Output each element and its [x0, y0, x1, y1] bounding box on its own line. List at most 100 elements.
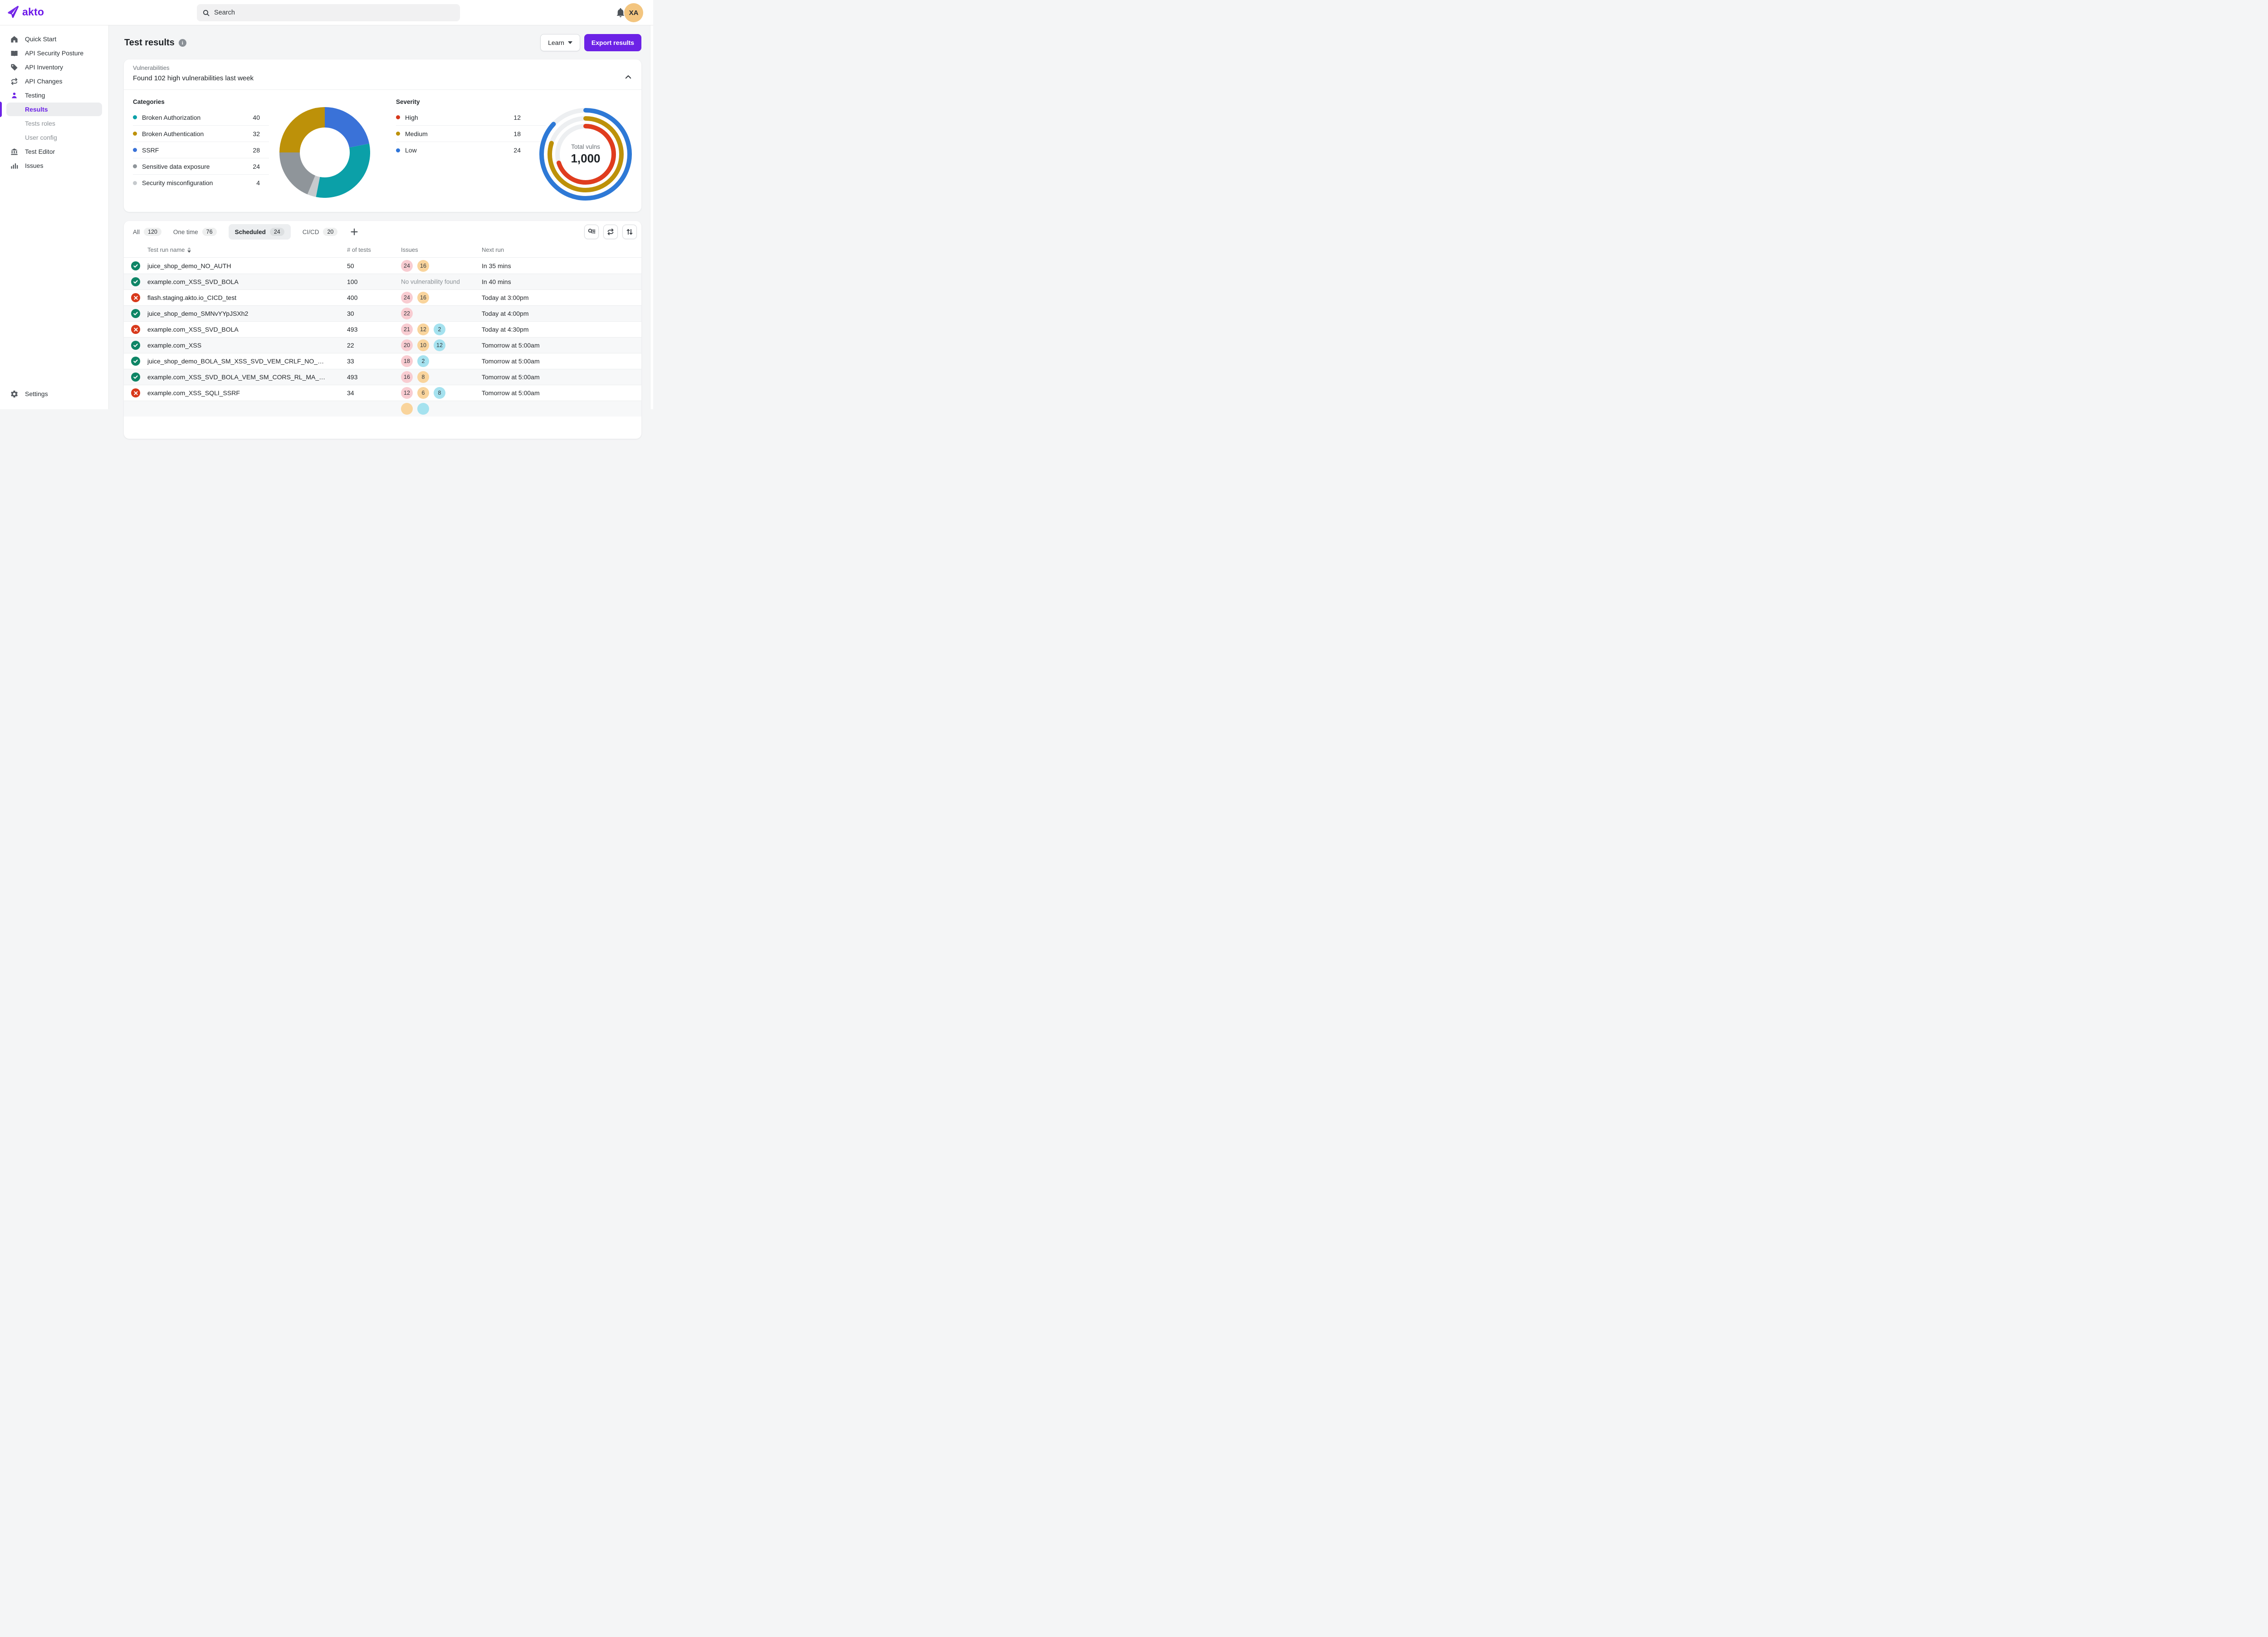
- table-row[interactable]: juice_shop_demo_SMNvYYpJSXh23022Today at…: [124, 305, 641, 321]
- vulnerabilities-headline: Found 102 high vulnerabilities last week: [133, 74, 254, 82]
- sidebar-item-test-editor[interactable]: Test Editor: [6, 145, 102, 158]
- bars-icon: [10, 162, 19, 170]
- akto-logo[interactable]: akto: [7, 5, 44, 18]
- tab-count-badge: 120: [144, 228, 161, 236]
- issue-count-badge-pink: 24: [401, 292, 413, 304]
- table-row[interactable]: example.com_XSS_SVD_BOLA49321122Today at…: [124, 321, 641, 337]
- sidebar-item-label: Issues: [25, 162, 43, 169]
- severity-panel: Severity High12Medium18Low24: [396, 98, 546, 158]
- refresh-button[interactable]: [603, 225, 618, 239]
- table-row[interactable]: juice_shop_demo_BOLA_SM_XSS_SVD_VEM_CRLF…: [124, 353, 641, 369]
- sidebar-item-label: API Inventory: [25, 64, 63, 71]
- column-num-tests: # of tests: [347, 246, 371, 253]
- bank-icon: [10, 147, 19, 156]
- next-run: In 40 mins: [482, 278, 511, 285]
- sidebar-item-testing[interactable]: Testing: [6, 88, 102, 102]
- collapse-card-button[interactable]: [624, 73, 632, 81]
- categories-panel: Categories Broken Authorization40Broken …: [133, 98, 269, 191]
- sort-icon: [626, 228, 634, 236]
- sidebar-item-user-config[interactable]: User config: [6, 131, 102, 144]
- issue-count-badge-cyan: [417, 403, 429, 415]
- test-run-name: example.com_XSS_SVD_BOLA_VEM_SM_CORS_RL_…: [147, 373, 325, 381]
- severity-label: High: [405, 114, 418, 121]
- info-icon[interactable]: i: [179, 39, 186, 47]
- table-row[interactable]: example.com_XSS_SVD_BOLA100No vulnerabil…: [124, 274, 641, 289]
- tab-scheduled[interactable]: Scheduled24: [229, 224, 291, 240]
- global-search: [197, 4, 460, 21]
- severity-label: Low: [405, 147, 417, 154]
- num-tests: 50: [347, 262, 354, 270]
- category-label: Security misconfiguration: [142, 179, 213, 186]
- table-row[interactable]: example.com_XSS_SVD_BOLA_VEM_SM_CORS_RL_…: [124, 369, 641, 385]
- learn-button-label: Learn: [548, 39, 564, 46]
- sort-button[interactable]: [622, 225, 637, 239]
- test-run-name: example.com_XSS_SVD_BOLA: [147, 326, 239, 333]
- avatar[interactable]: XA: [624, 3, 643, 22]
- category-dot-icon: [133, 132, 137, 136]
- next-run: Tomorrow at 5:00am: [482, 342, 540, 349]
- severity-label: Medium: [405, 130, 428, 137]
- issue-count-badge-pink: 22: [401, 308, 413, 319]
- tab-one-time[interactable]: One time76: [173, 224, 217, 240]
- next-run: Today at 3:00pm: [482, 294, 529, 301]
- issues-cell: 182: [401, 355, 429, 367]
- num-tests: 100: [347, 278, 357, 285]
- test-runs-card: All120 One time76 Scheduled24 CI/CD20 Test …: [124, 221, 641, 439]
- tab-ci-cd[interactable]: CI/CD20: [303, 224, 338, 240]
- category-dot-icon: [133, 164, 137, 168]
- divider: [124, 89, 641, 90]
- add-tab-button[interactable]: [349, 227, 359, 237]
- learn-button[interactable]: Learn: [540, 34, 580, 51]
- sidebar-item-label: Testing: [25, 92, 45, 99]
- tab-all[interactable]: All120: [133, 224, 161, 240]
- success-status-icon: [131, 309, 140, 318]
- scrollbar[interactable]: [650, 25, 653, 409]
- issue-count-badge-orange: [401, 403, 413, 415]
- sidebar-item-label: Results: [25, 106, 48, 113]
- issue-count-badge-orange: 8: [417, 371, 429, 383]
- sidebar-item-tests-roles[interactable]: Tests roles: [6, 117, 102, 130]
- fail-status-icon: [131, 388, 140, 397]
- total-vulns-value: 1,000: [571, 152, 600, 166]
- category-value: 40: [253, 114, 269, 121]
- sidebar-item-label: Quick Start: [25, 35, 56, 43]
- search-filter-button[interactable]: [584, 225, 599, 239]
- sidebar-item-api-security-posture[interactable]: API Security Posture: [6, 46, 102, 60]
- table-row[interactable]: juice_shop_demo_NO_AUTH502416In 35 mins: [124, 258, 641, 274]
- issue-count-badge-pink: 16: [401, 371, 413, 383]
- severity-dot-icon: [396, 115, 400, 119]
- export-results-button[interactable]: Export results: [584, 34, 641, 51]
- num-tests: 493: [347, 373, 357, 381]
- num-tests: 493: [347, 326, 357, 333]
- table-row-partial[interactable]: [124, 401, 641, 417]
- sidebar-item-issues[interactable]: Issues: [6, 159, 102, 172]
- column-issues: Issues: [401, 246, 418, 253]
- brand-name: akto: [22, 6, 44, 18]
- categories-title: Categories: [133, 98, 269, 105]
- refresh-icon: [606, 228, 615, 236]
- category-value: 4: [256, 179, 269, 186]
- sidebar-item-settings[interactable]: Settings: [6, 387, 102, 401]
- issue-count-badge-pink: 21: [401, 323, 413, 335]
- tab-count-badge: 24: [270, 228, 284, 236]
- sidebar-item-api-changes[interactable]: API Changes: [6, 74, 102, 88]
- column-test-run-name[interactable]: Test run name: [147, 246, 191, 253]
- chevron-up-icon: [624, 73, 632, 81]
- sidebar-item-api-inventory[interactable]: API Inventory: [6, 60, 102, 74]
- table-row[interactable]: flash.staging.akto.io_CICD_test4002416To…: [124, 289, 641, 305]
- issue-count-badge-orange: 10: [417, 339, 429, 351]
- issue-count-badge-orange: 6: [417, 387, 429, 399]
- sidebar-item-results[interactable]: Results: [6, 103, 102, 116]
- person-icon: [10, 91, 19, 100]
- table-row[interactable]: example.com_XSS22201012Tomorrow at 5:00a…: [124, 337, 641, 353]
- tag-icon: [10, 63, 19, 72]
- num-tests: 400: [347, 294, 357, 301]
- test-run-name: juice_shop_demo_NO_AUTH: [147, 262, 231, 270]
- export-button-label: Export results: [591, 39, 634, 46]
- table-row[interactable]: example.com_XSS_SQLI_SSRF341268Tomorrow …: [124, 385, 641, 401]
- search-input[interactable]: [214, 9, 455, 16]
- category-value: 24: [253, 163, 269, 170]
- sidebar-item-quick-start[interactable]: Quick Start: [6, 32, 102, 46]
- tabs-bar: All120 One time76 Scheduled24 CI/CD20: [124, 221, 641, 243]
- issue-count-badge-orange: 16: [417, 292, 429, 304]
